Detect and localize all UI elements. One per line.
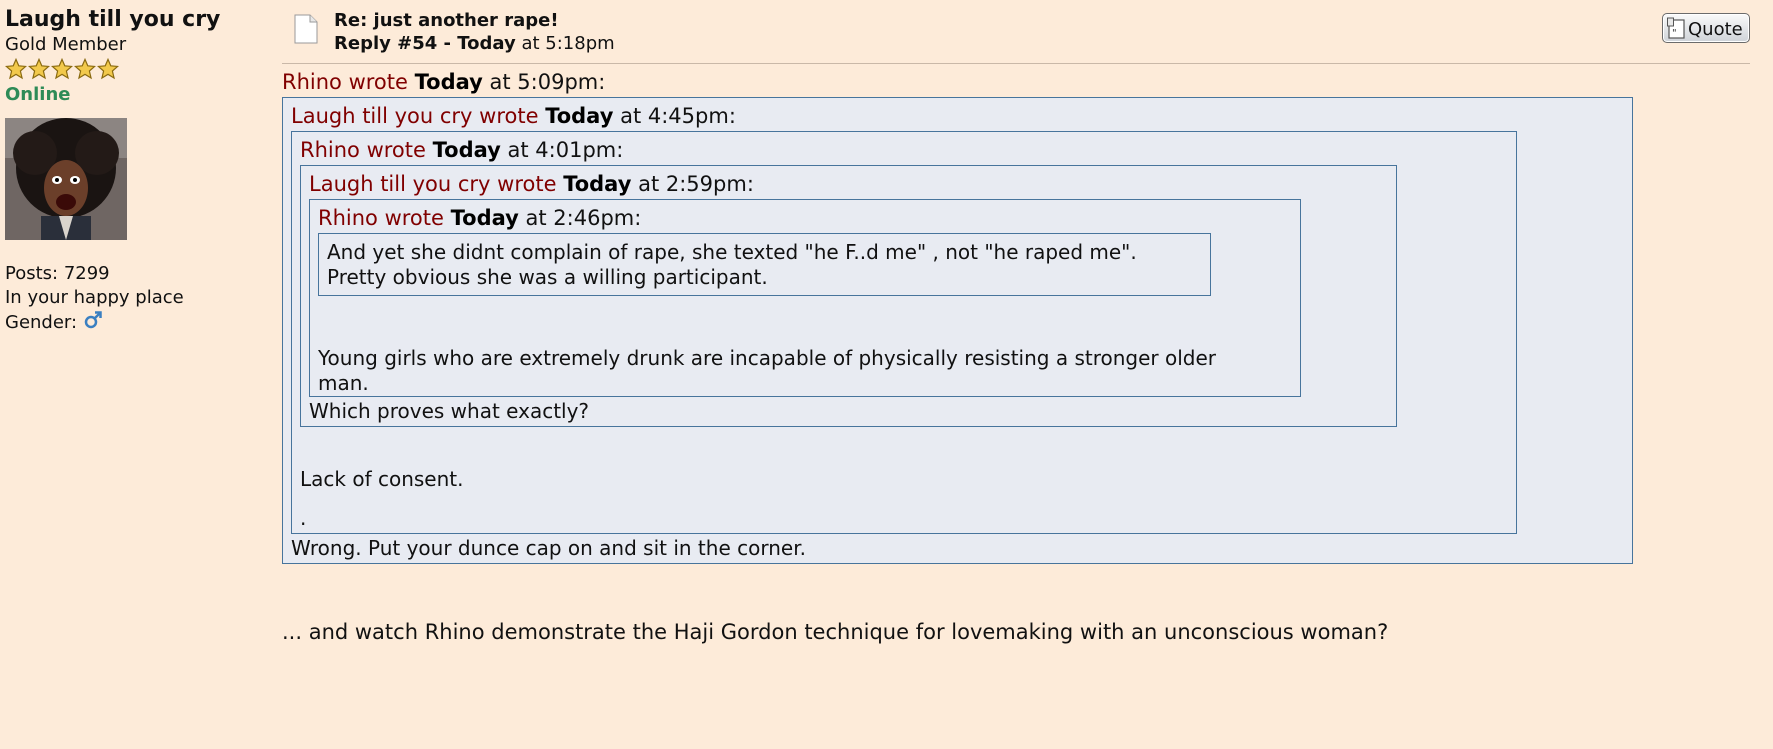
quote-header-level1: Rhino wrote Today at 5:09pm: [282,68,1742,97]
quote-author[interactable]: Laugh till you cry wrote [309,172,557,196]
quote-time: at 4:01pm: [507,138,624,162]
avatar-image [5,118,127,240]
quote-day: Today [545,104,614,128]
rank-stars [5,58,275,84]
quote-day: Today [414,70,483,94]
post-header: Re: just another rape! Reply #54 - Today… [282,10,1750,64]
quote-time: at 4:45pm: [620,104,736,128]
quote-author[interactable]: Rhino wrote [282,70,408,94]
quote-text-line: And yet she didnt complain of rape, she … [327,240,1137,264]
quote-header-level4: Laugh till you cry wrote Today at 2:59pm… [309,170,1388,199]
user-rank: Gold Member [5,34,127,55]
star-icon [74,58,96,80]
quote-box-level3: Laugh till you cry wrote Today at 2:59pm… [300,165,1397,427]
quote-button-label: Quote [1688,19,1743,40]
user-gender: Gender: [5,310,275,335]
reply-time: at 5:18pm [521,33,615,54]
quote-button[interactable]: " Quote [1662,13,1750,43]
quote-author[interactable]: Laugh till you cry wrote [291,104,539,128]
quote-author[interactable]: Rhino wrote [318,206,444,230]
star-icon [28,58,50,80]
gender-label: Gender: [5,312,78,333]
quote-day: Today [432,138,501,162]
quote-header-level3: Rhino wrote Today at 4:01pm: [300,136,1508,165]
document-icon [294,14,318,44]
quote-text-line: Wrong. Put your dunce cap on and sit in … [291,536,806,560]
post-subject[interactable]: Re: just another rape! [334,10,559,32]
quote-box-level2: Rhino wrote Today at 4:01pm: Laugh till … [291,131,1517,534]
star-icon [97,58,119,80]
quote-text-line: man. [318,371,369,395]
post-count: Posts: 7299 [5,263,110,284]
reply-number: Reply #54 - Today [334,33,516,54]
post-body: Rhino wrote Today at 5:09pm: Laugh till … [282,68,1742,645]
star-icon [51,58,73,80]
post-message: ... and watch Rhino demonstrate the Haji… [282,620,1389,644]
quote-header-level2: Laugh till you cry wrote Today at 4:45pm… [291,102,1624,131]
svg-text:": " [1672,28,1677,39]
quote-box-level4: Rhino wrote Today at 2:46pm: And yet she… [309,199,1301,397]
user-sidebar: Laugh till you cry Gold Member Online Po… [5,6,275,335]
quote-time: at 2:59pm: [638,172,754,196]
male-gender-icon [84,311,102,329]
quote-box-level5: And yet she didnt complain of rape, she … [318,233,1211,296]
username[interactable]: Laugh till you cry [5,6,275,34]
quote-icon: " [1667,17,1685,39]
quote-day: Today [563,172,632,196]
star-icon [5,58,27,80]
user-location: In your happy place [5,287,184,308]
quote-text-line: Pretty obvious she was a willing partici… [327,265,768,289]
online-status: Online [5,84,71,105]
quote-box-level1: Laugh till you cry wrote Today at 4:45pm… [282,97,1633,564]
quote-text-line: Lack of consent. [300,467,464,491]
quote-day: Today [450,206,519,230]
quote-text-line: . [300,506,307,530]
quote-text-line: Which proves what exactly? [309,399,590,423]
quote-time: at 5:09pm: [489,70,606,94]
quote-header-level5: Rhino wrote Today at 2:46pm: [318,204,1292,233]
reply-info: Reply #54 - Today at 5:18pm [334,33,615,55]
quote-text-line: Young girls who are extremely drunk are … [318,346,1217,370]
avatar[interactable] [5,118,127,240]
quote-author[interactable]: Rhino wrote [300,138,426,162]
quote-time: at 2:46pm: [525,206,642,230]
